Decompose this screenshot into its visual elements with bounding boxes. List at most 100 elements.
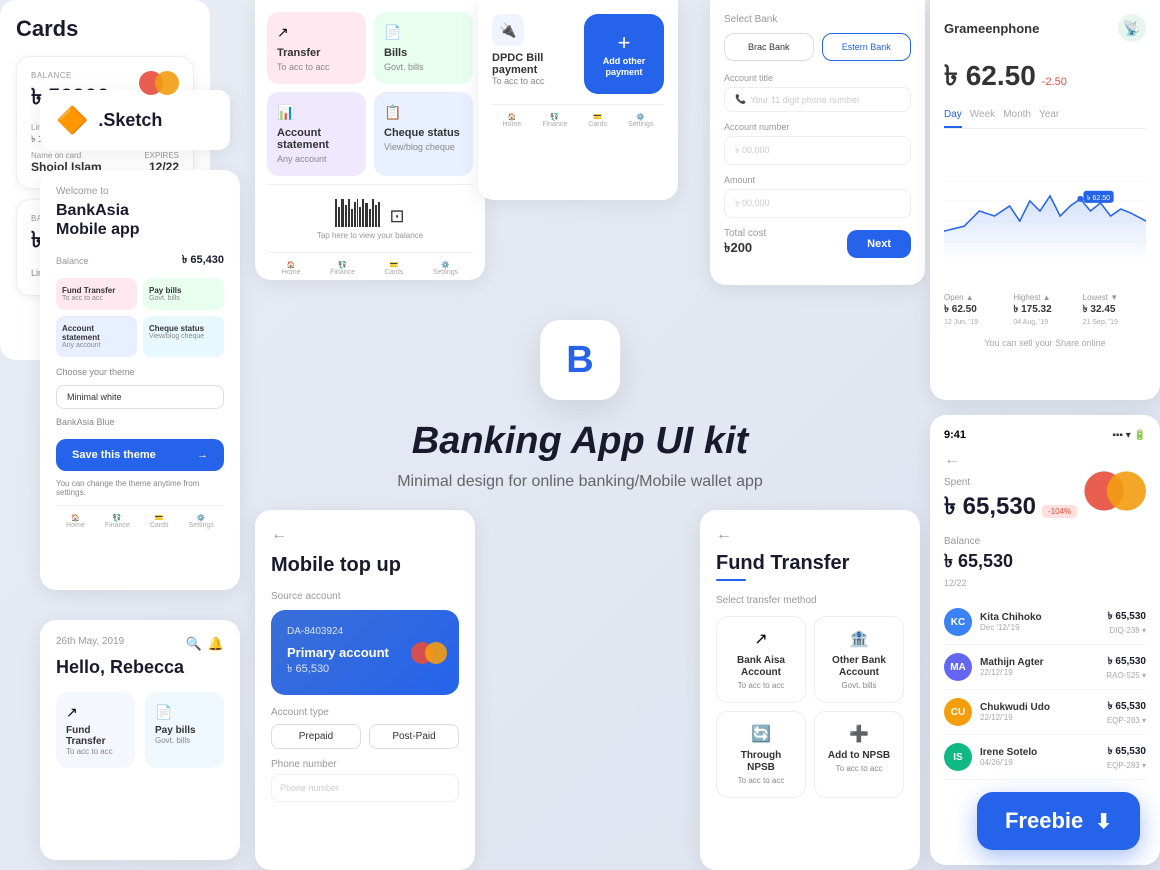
cards-title: Cards <box>16 16 194 42</box>
gp-logo: 📡 <box>1118 14 1146 42</box>
hello-card: 26th May, 2019 🔍 🔔 Hello, Rebecca ↗ Fund… <box>40 620 240 860</box>
ft-method-add-npsb[interactable]: ➕ Add to NPSB To acc to acc <box>814 711 904 798</box>
bs-account-num-input[interactable]: ৳ 00,000 <box>724 136 911 165</box>
bs-amount-input[interactable]: ৳ 00,000 <box>724 189 911 218</box>
dpdc-nav-settings[interactable]: ⚙️Settings <box>628 113 653 128</box>
dpdc-nav-finance[interactable]: 💱Finance <box>542 113 567 128</box>
tc-nav-cards[interactable]: 💳Cards <box>385 261 404 276</box>
ft-method-bank-aisa[interactable]: ↗ Bank Aisa Account To acc to acc <box>716 616 806 703</box>
ft-back-btn[interactable]: ← <box>716 526 904 544</box>
tc-grid: ↗ Transfer To acc to acc 📄 Bills Govt. b… <box>267 12 473 176</box>
ba-nav-settings[interactable]: ⚙️Settings <box>189 514 214 529</box>
bs-estern[interactable]: Estern Bank <box>822 33 912 61</box>
ac-tx-2: MA Mathijn Agter 22/12/'19 ৳ 65,530 RAO-… <box>944 645 1146 690</box>
gp-price: ৳ 62.50 <box>944 54 1036 101</box>
bell-icon[interactable]: 🔔 <box>208 636 224 652</box>
gp-telecom-icon: 📡 <box>1123 20 1140 37</box>
chart-svg: ৳ 62.50 <box>944 141 1146 281</box>
tu-prepaid-btn[interactable]: Prepaid <box>271 724 361 749</box>
tc-nav: 🏠Home 💱Finance 💳Cards ⚙️Settings <box>267 252 473 276</box>
ac-badge: -104% <box>1042 505 1077 518</box>
gp-tab-month[interactable]: Month <box>1003 109 1031 128</box>
gp-tab-day[interactable]: Day <box>944 109 962 128</box>
barcode-section[interactable]: ⊡ Tap here to view your balance <box>267 184 473 252</box>
tu-back-btn[interactable]: ← <box>271 526 459 544</box>
freebie-button[interactable]: Freebie ⬇ <box>977 792 1140 850</box>
hello-action-fund[interactable]: ↗ Fund Transfer To acc to acc <box>56 692 135 768</box>
sketch-label: .Sketch <box>98 110 162 131</box>
ba-save-btn[interactable]: Save this theme → <box>56 439 224 471</box>
tu-source-card: DA-8403924 Primary account ৳ 65,530 <box>271 610 459 695</box>
tc-nav-settings[interactable]: ⚙️Settings <box>433 261 458 276</box>
bs-next-btn[interactable]: Next <box>847 230 911 258</box>
ft-method-npsb[interactable]: 🔄 Through NPSB To acc to acc <box>716 711 806 798</box>
ba-title: BankAsiaMobile app <box>56 201 224 239</box>
gp-tab-week[interactable]: Week <box>970 109 995 128</box>
ac-back-btn[interactable]: ← <box>944 451 1146 469</box>
dpdc-info: 🔌 DPDC Bill payment To acc to acc <box>492 14 574 86</box>
ac-tx-3: CU Chukwudi Udo 22/12/'19 ৳ 65,530 EQP-2… <box>944 690 1146 735</box>
freebie-label: Freebie <box>1005 808 1083 834</box>
sketch-icon: 🔶 <box>56 105 88 136</box>
ba-theme-btn1[interactable]: Minimal white <box>56 385 224 409</box>
tc-nav-finance[interactable]: 💱Finance <box>330 261 355 276</box>
ft-methods: ↗ Bank Aisa Account To acc to acc 🏦 Othe… <box>716 616 904 798</box>
add-payment-btn[interactable]: + Add other payment <box>584 14 664 94</box>
ba-balance: ৳ 65,430 <box>182 251 224 270</box>
bs-field-account: Account number ৳ 00,000 <box>724 122 911 165</box>
ba-action-stmt: Account statement Any account <box>56 316 137 357</box>
gp-stat-low: Lowest ▼ ৳ 32.45 21 Sep, '19 <box>1083 293 1146 326</box>
bs-total: Total cost ৳200 Next <box>724 228 911 260</box>
ac-tx-4: IS Irene Sotelo 04/26/'19 ৳ 65,530 EQP-2… <box>944 735 1146 780</box>
ft-select-label: Select transfer method <box>716 595 904 606</box>
ba-nav-finance[interactable]: 💱Finance <box>105 514 130 529</box>
hello-date: 26th May, 2019 <box>56 636 124 647</box>
cc1-balance-label: BALANCE <box>31 71 109 80</box>
ac-balance-sub: 12/22 <box>944 578 1146 588</box>
hero-logo: B <box>540 320 620 400</box>
ac-balance-amount: ৳ 65,530 <box>944 547 1146 578</box>
hero-section: B Banking App UI kit Minimal design for … <box>397 320 763 491</box>
transfer-icon: ↗ <box>66 704 125 721</box>
ac-spent-amount: ৳ 65,530 <box>944 488 1036 528</box>
bs-label: Select Bank <box>724 14 911 25</box>
bs-total-amount: ৳200 <box>724 239 766 260</box>
ba-nav-cards[interactable]: 💳Cards <box>150 514 169 529</box>
dpdc-nav-home[interactable]: 🏠Home <box>503 113 522 128</box>
tc-transfer: ↗ Transfer To acc to acc <box>267 12 366 84</box>
tu-phone-label: Phone number <box>271 759 459 770</box>
cc1-mastercard <box>139 71 179 95</box>
plus-icon: + <box>618 30 631 56</box>
hello-action-bills[interactable]: 📄 Pay bills Govt. bills <box>145 692 224 768</box>
ft-title: Fund Transfer <box>716 552 904 575</box>
phone-icon: 📞 <box>735 94 746 105</box>
ba-welcome: Welcome to <box>56 186 224 197</box>
bs-field-amount: Amount ৳ 00,000 <box>724 175 911 218</box>
ac-mastercard-logo <box>1102 477 1146 521</box>
ba-action-cheque: Cheque status View/blog cheque <box>143 316 224 357</box>
ba-nav-home[interactable]: 🏠Home <box>66 514 85 529</box>
scan-icon: ⊡ <box>389 206 404 227</box>
search-icon[interactable]: 🔍 <box>186 636 202 652</box>
cc1-expires-label: EXPIRES <box>144 151 179 160</box>
gp-tab-year[interactable]: Year <box>1039 109 1059 128</box>
bs-brac[interactable]: Brac Bank <box>724 33 814 61</box>
gp-header: Grameenphone 📡 <box>944 14 1146 42</box>
tc-nav-home[interactable]: 🏠Home <box>282 261 301 276</box>
ft-method-other-bank[interactable]: 🏦 Other Bank Account Govt. bills <box>814 616 904 703</box>
transfers-card: ↗ Transfer To acc to acc 📄 Bills Govt. b… <box>255 0 485 280</box>
add-npsb-icon: ➕ <box>825 724 893 744</box>
ba-balance-label: Balance <box>56 256 89 266</box>
tu-postpaid-btn[interactable]: Post-Paid <box>369 724 459 749</box>
dpdc-sub: To acc to acc <box>492 76 574 86</box>
bs-account-title-input[interactable]: 📞 Your 11 digit phone number <box>724 87 911 112</box>
ac-transactions: KC Kita Chihoko Dec '12/'19 ৳ 65,530 DIQ… <box>944 600 1146 780</box>
topup-card: ← Mobile top up Source account DA-840392… <box>255 510 475 870</box>
bank-select-card: Select Bank Brac Bank Estern Bank Accoun… <box>710 0 925 285</box>
ba-theme-btn2[interactable]: BankAsia Blue <box>56 415 224 429</box>
tu-phone-input[interactable]: Phone number <box>271 774 459 802</box>
dpdc-row: 🔌 DPDC Bill payment To acc to acc + Add … <box>492 14 664 94</box>
tu-card-number: DA-8403924 <box>287 626 443 637</box>
tu-acc-type-label: Account type <box>271 707 459 718</box>
dpdc-nav-cards[interactable]: 💳Cards <box>588 113 607 128</box>
